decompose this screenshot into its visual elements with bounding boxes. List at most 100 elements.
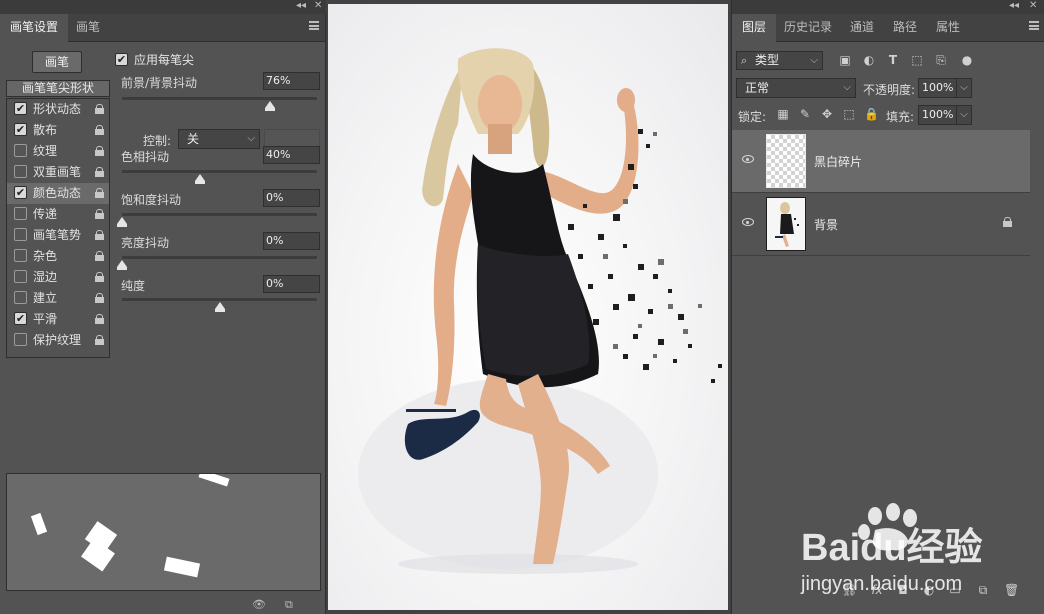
lock-icon[interactable] xyxy=(1003,217,1012,227)
type-filter-icon[interactable]: T xyxy=(886,53,900,67)
layer-style-fx-icon[interactable]: fx xyxy=(870,583,884,597)
brush-tip-shape-item[interactable]: 画笔笔尖形状 xyxy=(6,80,110,97)
brush-option-row[interactable]: ✔ 散布 xyxy=(7,120,109,141)
layer-filter-select[interactable]: ⌕ 类型 ⌵ xyxy=(736,51,823,70)
hue-jitter-input[interactable]: 40% xyxy=(263,146,320,164)
lock-icon[interactable] xyxy=(95,125,104,135)
slider-thumb[interactable] xyxy=(117,260,127,270)
link-layers-icon[interactable]: ⛓ xyxy=(842,583,857,597)
fg-bg-jitter-input[interactable]: 76% xyxy=(263,72,320,90)
slider-thumb[interactable] xyxy=(195,174,205,184)
lock-artboard-icon[interactable]: ⬚ xyxy=(842,107,856,121)
brightness-jitter-input[interactable]: 0% xyxy=(263,232,320,250)
purity-input[interactable]: 0% xyxy=(263,275,320,293)
brush-option-row[interactable]: 湿边 xyxy=(7,267,109,288)
new-layer-icon[interactable]: ⧉ xyxy=(976,583,990,597)
fill-dropdown[interactable]: ⌵ xyxy=(956,105,972,125)
close-icon[interactable]: ✕ xyxy=(314,0,322,11)
lock-icon[interactable] xyxy=(95,272,104,282)
saturation-jitter-input[interactable]: 0% xyxy=(263,189,320,207)
tab-layers[interactable]: 图层 xyxy=(732,14,777,42)
control-select[interactable]: 关 ⌵ xyxy=(178,129,260,149)
new-group-icon[interactable]: ▭ xyxy=(948,583,962,597)
visibility-eye-icon[interactable] xyxy=(742,155,754,163)
blend-mode-select[interactable]: 正常 ⌵ xyxy=(736,78,856,98)
lock-icon[interactable] xyxy=(95,104,104,114)
lock-icon[interactable] xyxy=(95,335,104,345)
option-checkbox[interactable] xyxy=(14,165,27,178)
brush-option-row[interactable]: ✔ 形状动态 xyxy=(7,99,109,120)
brush-option-row[interactable]: ✔ 平滑 xyxy=(7,309,109,330)
brush-option-row[interactable]: 画笔笔势 xyxy=(7,225,109,246)
option-checkbox[interactable]: ✔ xyxy=(14,102,27,115)
tab-history[interactable]: 历史记录 xyxy=(774,14,842,42)
filter-toggle-icon[interactable]: ● xyxy=(960,53,974,67)
option-checkbox[interactable] xyxy=(14,291,27,304)
add-mask-icon[interactable]: ◘ xyxy=(896,583,910,597)
toggle-live-tip-icon[interactable]: 👁 xyxy=(252,599,270,611)
slider-thumb[interactable] xyxy=(265,101,276,111)
option-checkbox[interactable]: ✔ xyxy=(14,312,27,325)
layer-row[interactable]: 背景 xyxy=(732,193,1030,256)
slider-thumb[interactable] xyxy=(214,302,225,312)
lock-icon[interactable] xyxy=(95,293,104,303)
close-icon[interactable]: ✕ xyxy=(1029,0,1037,11)
brush-option-row[interactable]: 传递 xyxy=(7,204,109,225)
brush-option-row[interactable]: ✔ 颜色动态 xyxy=(7,183,109,204)
lock-icon[interactable] xyxy=(95,251,104,261)
brush-option-row[interactable]: 建立 xyxy=(7,288,109,309)
lock-image-icon[interactable]: ✎ xyxy=(798,107,812,121)
option-checkbox[interactable] xyxy=(14,333,27,346)
option-checkbox[interactable] xyxy=(14,249,27,262)
collapse-icon[interactable]: ◂◂ xyxy=(296,0,306,11)
new-brush-icon[interactable]: ⧉ xyxy=(285,599,297,611)
collapse-icon[interactable]: ◂◂ xyxy=(1009,0,1019,11)
panel-menu-icon[interactable] xyxy=(309,21,319,30)
lock-icon[interactable] xyxy=(95,188,104,198)
lock-transparent-icon[interactable]: ▦ xyxy=(776,107,790,121)
option-checkbox[interactable] xyxy=(14,144,27,157)
lock-icon[interactable] xyxy=(95,146,104,156)
fg-bg-jitter-slider[interactable] xyxy=(122,97,317,111)
lock-all-icon[interactable]: 🔒 xyxy=(864,107,879,121)
brush-presets-button[interactable]: 画笔 xyxy=(32,51,82,73)
tab-properties[interactable]: 属性 xyxy=(926,14,970,42)
brush-option-row[interactable]: 杂色 xyxy=(7,246,109,267)
saturation-jitter-slider[interactable] xyxy=(117,213,317,227)
option-checkbox[interactable]: ✔ xyxy=(14,186,27,199)
panel-menu-icon[interactable] xyxy=(1029,21,1039,30)
image-filter-icon[interactable]: ▣ xyxy=(838,53,852,67)
option-checkbox[interactable] xyxy=(14,270,27,283)
brush-option-row[interactable]: 保护纹理 xyxy=(7,330,109,351)
opacity-dropdown[interactable]: ⌵ xyxy=(956,78,972,98)
hue-jitter-slider[interactable] xyxy=(122,170,317,184)
option-checkbox[interactable] xyxy=(14,207,27,220)
shape-filter-icon[interactable]: ⬚ xyxy=(910,53,924,67)
apply-per-tip-checkbox[interactable]: ✔ xyxy=(115,53,128,66)
lock-icon[interactable] xyxy=(95,167,104,177)
tab-brush-settings[interactable]: 画笔设置 xyxy=(0,14,69,42)
lock-icon[interactable] xyxy=(95,314,104,324)
brightness-jitter-slider[interactable] xyxy=(117,256,317,270)
smart-object-filter-icon[interactable]: ⎘ xyxy=(934,53,948,67)
tab-brush[interactable]: 画笔 xyxy=(66,14,110,42)
adjustment-filter-icon[interactable]: ◐ xyxy=(862,53,876,67)
visibility-eye-icon[interactable] xyxy=(742,218,754,226)
option-label: 平滑 xyxy=(33,312,58,326)
adjustment-layer-icon[interactable]: ◐ xyxy=(922,583,936,597)
preview-fragment xyxy=(163,556,201,578)
layer-row[interactable]: 黑白碎片 xyxy=(732,130,1030,193)
document-canvas[interactable] xyxy=(328,4,728,610)
lock-position-icon[interactable]: ✥ xyxy=(820,107,834,121)
brush-option-row[interactable]: 双重画笔 xyxy=(7,162,109,183)
option-checkbox[interactable] xyxy=(14,228,27,241)
lock-icon[interactable] xyxy=(95,230,104,240)
tab-channels[interactable]: 通道 xyxy=(840,14,884,42)
purity-slider[interactable] xyxy=(122,298,317,312)
slider-thumb[interactable] xyxy=(117,217,127,227)
trash-icon[interactable]: 🗑 xyxy=(1004,583,1019,597)
brush-option-row[interactable]: 纹理 xyxy=(7,141,109,162)
option-checkbox[interactable]: ✔ xyxy=(14,123,27,136)
tab-paths[interactable]: 路径 xyxy=(883,14,927,42)
lock-icon[interactable] xyxy=(95,209,104,219)
